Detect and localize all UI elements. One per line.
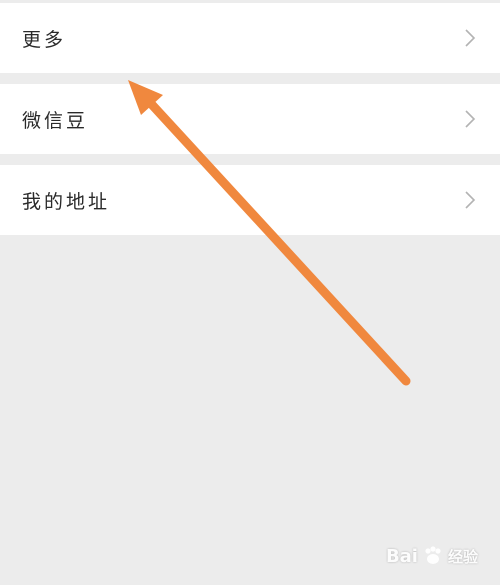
chevron-right-icon bbox=[465, 191, 476, 209]
menu-item-label: 我的地址 bbox=[22, 190, 111, 213]
watermark-brand: Bai bbox=[385, 545, 418, 567]
menu-item-wechat-beans[interactable]: 微信豆 bbox=[0, 84, 500, 154]
watermark-suffix: 经验 bbox=[447, 547, 478, 566]
menu-item-more[interactable]: 更多 bbox=[0, 3, 500, 73]
paw-icon bbox=[425, 546, 441, 564]
menu-item-label: 微信豆 bbox=[22, 109, 89, 132]
baidu-jingyan-watermark: Bai 经验 bbox=[386, 545, 478, 567]
menu-item-my-address[interactable]: 我的地址 bbox=[0, 165, 500, 235]
chevron-right-icon bbox=[465, 110, 476, 128]
menu-item-label: 更多 bbox=[22, 28, 67, 51]
chevron-right-icon bbox=[465, 29, 476, 47]
